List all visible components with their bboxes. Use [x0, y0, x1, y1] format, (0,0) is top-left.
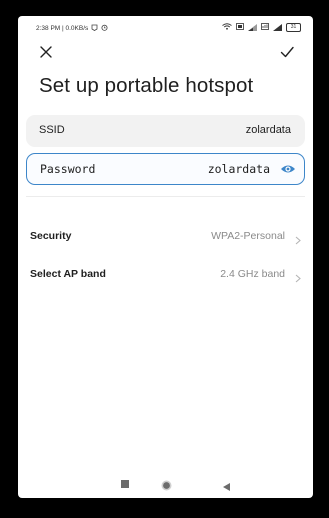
- eye-icon: [281, 165, 295, 173]
- home-icon[interactable]: [161, 478, 172, 491]
- alarm-icon: [101, 24, 108, 33]
- password-value[interactable]: zolardata: [208, 162, 270, 176]
- password-label: Password: [40, 162, 96, 176]
- password-field[interactable]: Password zolardata: [26, 153, 305, 185]
- confirm-button[interactable]: [279, 44, 295, 60]
- wifi-icon: [222, 23, 232, 32]
- navigation-bar: [18, 470, 313, 498]
- check-icon: [280, 46, 294, 58]
- close-button[interactable]: [38, 44, 54, 60]
- page-title: Set up portable hotspot: [39, 74, 254, 97]
- ssid-label: SSID: [39, 124, 65, 136]
- ap-band-row[interactable]: Select AP band 2.4 GHz band: [18, 262, 313, 288]
- show-password-toggle[interactable]: [280, 162, 296, 174]
- signal-icon-2: [273, 24, 282, 31]
- sim-icon: [261, 23, 269, 32]
- status-left: 2:38 PM | 0.0KB/s: [36, 24, 108, 33]
- ssid-field[interactable]: SSID zolardata: [26, 115, 305, 147]
- security-value: WPA2-Personal: [211, 230, 285, 242]
- ap-band-label: Select AP band: [30, 268, 106, 280]
- top-actions: [18, 42, 313, 62]
- close-icon: [40, 46, 52, 58]
- signal-icon: [248, 24, 257, 31]
- ssid-value[interactable]: zolardata: [246, 124, 291, 136]
- back-icon[interactable]: [222, 479, 231, 491]
- notification-icon: [91, 24, 98, 33]
- status-time-speed: 2:38 PM | 0.0KB/s: [36, 25, 89, 32]
- status-right: 31: [222, 23, 301, 32]
- security-row[interactable]: Security WPA2-Personal: [18, 224, 313, 250]
- security-label: Security: [30, 230, 72, 242]
- divider: [26, 196, 305, 197]
- phone-screen: 2:38 PM | 0.0KB/s 31 Set up portable hot…: [18, 16, 313, 498]
- hotspot-icon: [236, 23, 244, 32]
- status-bar: 2:38 PM | 0.0KB/s 31: [18, 16, 313, 40]
- recents-icon[interactable]: [121, 480, 129, 488]
- chevron-right-icon: [295, 232, 301, 245]
- chevron-right-icon: [295, 270, 301, 283]
- battery-icon: 31: [286, 23, 301, 32]
- ap-band-value: 2.4 GHz band: [220, 268, 285, 280]
